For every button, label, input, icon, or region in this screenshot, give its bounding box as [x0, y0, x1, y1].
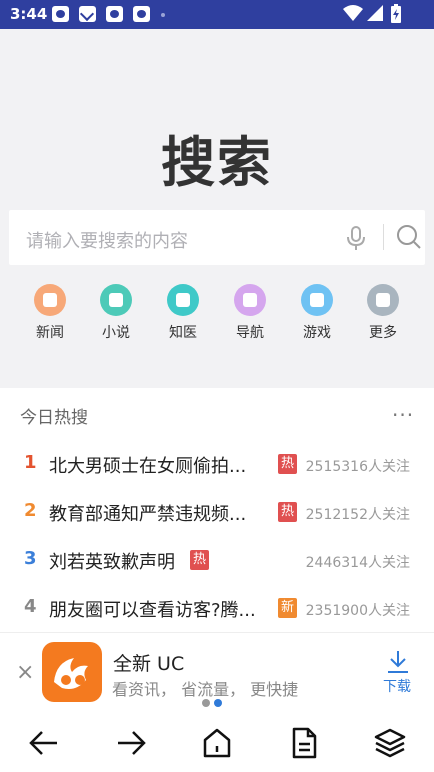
- document-icon[interactable]: [287, 726, 321, 760]
- shortcut-label: 知医: [169, 325, 197, 341]
- hot-tag-badge: 热: [190, 550, 209, 570]
- game-icon: [301, 284, 333, 316]
- hot-tag-badge: 热: [278, 502, 297, 522]
- shortcut-label: 小说: [102, 325, 130, 341]
- battery-charging-icon: [391, 4, 401, 23]
- banner-pager: [202, 692, 226, 711]
- baidu-notification-icon: [52, 6, 69, 22]
- more-icon: [367, 284, 399, 316]
- hot-follow-count: 2515316人关注: [305, 459, 410, 475]
- back-arrow-icon[interactable]: [27, 726, 61, 760]
- hot-text: 朋友圈可以查看访客?腾...: [49, 600, 256, 621]
- shortcut-label: 更多: [369, 325, 397, 341]
- status-bar: 3:44: [0, 0, 434, 29]
- navigation-icon: [234, 284, 266, 316]
- hot-item[interactable]: 3 刘若英致歉声明 热 2446314人关注: [0, 540, 434, 580]
- more-notifications-dot: [161, 13, 165, 17]
- shortcut-label: 新闻: [36, 325, 64, 341]
- baidu-notification-icon: [133, 6, 150, 22]
- page-title: 搜索: [161, 131, 273, 194]
- hot-search-title: 今日热搜: [20, 408, 88, 428]
- hot-search-panel: 今日热搜 ··· 1 北大男硕士在女厕偷拍... 热 2515316人关注 2 …: [0, 388, 434, 633]
- novel-icon: [100, 284, 132, 316]
- hot-text: 刘若英致歉声明: [49, 552, 175, 573]
- mail-notification-icon: [79, 6, 96, 22]
- hot-follow-count: 2512152人关注: [305, 507, 410, 523]
- bottom-navigation: [0, 712, 434, 772]
- pager-dot: [202, 699, 210, 707]
- search-icon[interactable]: [395, 223, 423, 251]
- search-box[interactable]: 请输入要搜索的内容: [9, 210, 425, 265]
- news-icon: [34, 284, 66, 316]
- wifi-icon: [343, 5, 363, 21]
- download-button[interactable]: 下载: [383, 676, 411, 696]
- baidu-notification-icon: [106, 6, 123, 22]
- shortcut-label: 游戏: [303, 325, 331, 341]
- hot-tag-badge: 热: [278, 454, 297, 474]
- hot-item[interactable]: 4 朋友圈可以查看访客?腾... 新 2351900人关注: [0, 588, 434, 628]
- hot-rank: 2: [24, 500, 37, 521]
- signal-icon: [367, 5, 383, 21]
- hot-follow-count: 2446314人关注: [305, 555, 410, 571]
- hot-item[interactable]: 1 北大男硕士在女厕偷拍... 热 2515316人关注: [0, 444, 434, 484]
- app-promo-banner[interactable]: × 全新 UC 看资讯， 省流量， 更快捷 下载: [0, 632, 434, 713]
- shortcut-grid: 新闻 小说 知医 导航 游戏 更多: [0, 284, 434, 344]
- download-icon[interactable]: [385, 649, 411, 675]
- home-icon[interactable]: [200, 726, 234, 760]
- hot-follow-count: 2351900人关注: [305, 603, 410, 619]
- shortcut-news[interactable]: 新闻: [20, 284, 80, 342]
- shortcut-navigation[interactable]: 导航: [220, 284, 280, 342]
- status-time: 3:44: [10, 5, 48, 23]
- hot-text: 北大男硕士在女厕偷拍...: [49, 456, 247, 477]
- search-divider: [383, 224, 384, 250]
- forward-arrow-icon[interactable]: [114, 726, 148, 760]
- close-icon[interactable]: ×: [16, 660, 34, 685]
- hot-rank: 1: [24, 452, 37, 473]
- shortcut-game[interactable]: 游戏: [287, 284, 347, 342]
- search-input[interactable]: 请输入要搜索的内容: [26, 227, 188, 253]
- more-options-icon[interactable]: ···: [392, 403, 414, 427]
- layers-icon[interactable]: [373, 726, 407, 760]
- pager-dot-active: [214, 699, 222, 707]
- hot-tag-badge: 新: [278, 598, 297, 618]
- app-name: 全新 UC: [113, 653, 185, 675]
- shortcut-novel[interactable]: 小说: [86, 284, 146, 342]
- microphone-icon[interactable]: [342, 224, 370, 252]
- shortcut-medical[interactable]: 知医: [153, 284, 213, 342]
- hot-text: 教育部通知严禁违规频...: [49, 504, 247, 525]
- hot-rank: 3: [24, 548, 37, 569]
- uc-browser-logo-icon: [42, 642, 102, 702]
- shortcut-label: 导航: [236, 325, 264, 341]
- medical-icon: [167, 284, 199, 316]
- hot-rank: 4: [24, 596, 37, 617]
- hot-item[interactable]: 2 教育部通知严禁违规频... 热 2512152人关注: [0, 492, 434, 532]
- shortcut-more[interactable]: 更多: [353, 284, 413, 342]
